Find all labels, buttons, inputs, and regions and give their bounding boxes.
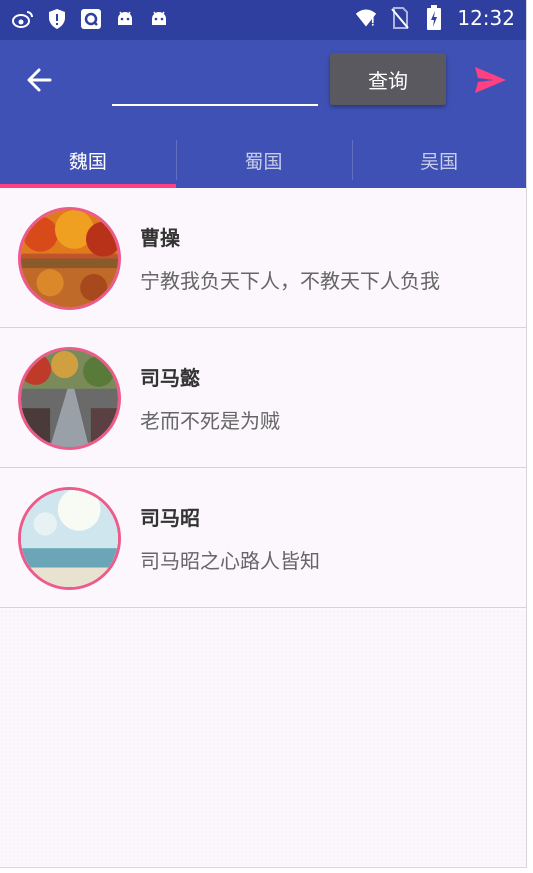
person-name: 司马昭 (140, 506, 200, 530)
send-icon (472, 67, 508, 102)
avatar (18, 207, 121, 310)
tab-shu[interactable]: 蜀国 (176, 132, 352, 188)
tab-divider (176, 140, 177, 180)
person-quote: 老而不死是为贼 (140, 409, 280, 433)
app-screen: 12:32 查询 魏国 蜀国 吴国 曹操 宁教我负天下人，不教天下人负我 司马懿… (0, 0, 527, 868)
weibo-icon (12, 8, 34, 30)
tab-wei[interactable]: 魏国 (0, 132, 176, 188)
query-button[interactable]: 查询 (330, 53, 446, 105)
person-name: 曹操 (140, 226, 180, 250)
person-quote: 司马昭之心路人皆知 (140, 549, 320, 573)
person-list: 曹操 宁教我负天下人，不教天下人负我 司马懿 老而不死是为贼 司马昭 司马昭之心… (0, 188, 526, 608)
list-item[interactable]: 司马昭 司马昭之心路人皆知 (0, 468, 526, 608)
arrow-left-icon (22, 68, 58, 102)
tab-label: 吴国 (420, 150, 459, 173)
back-button[interactable] (22, 62, 58, 98)
android-icon (148, 8, 170, 30)
wifi-icon (355, 7, 377, 29)
person-name: 司马懿 (140, 366, 200, 390)
person-quote: 宁教我负天下人，不教天下人负我 (140, 269, 440, 293)
avatar (18, 487, 121, 590)
system-icons: 12:32 (355, 5, 515, 30)
empty-area (0, 610, 526, 867)
list-item[interactable]: 曹操 宁教我负天下人，不教天下人负我 (0, 188, 526, 328)
send-button[interactable] (472, 62, 508, 98)
tab-label: 蜀国 (244, 150, 283, 173)
status-bar: 12:32 (0, 0, 526, 40)
notification-icons (12, 8, 170, 30)
app-bar: 查询 魏国 蜀国 吴国 (0, 40, 526, 188)
avatar (18, 347, 121, 450)
shield-icon (46, 8, 68, 30)
search-input[interactable] (112, 78, 318, 106)
tab-bar: 魏国 蜀国 吴国 (0, 132, 526, 188)
clock: 12:32 (457, 6, 515, 30)
battery-icon (423, 5, 445, 30)
no-sim-icon (389, 7, 411, 29)
list-item[interactable]: 司马懿 老而不死是为贼 (0, 328, 526, 468)
android-icon (114, 8, 136, 30)
tab-wu[interactable]: 吴国 (351, 132, 526, 188)
sync-icon (80, 8, 102, 30)
tab-label: 魏国 (68, 150, 107, 173)
tab-divider (352, 140, 353, 180)
